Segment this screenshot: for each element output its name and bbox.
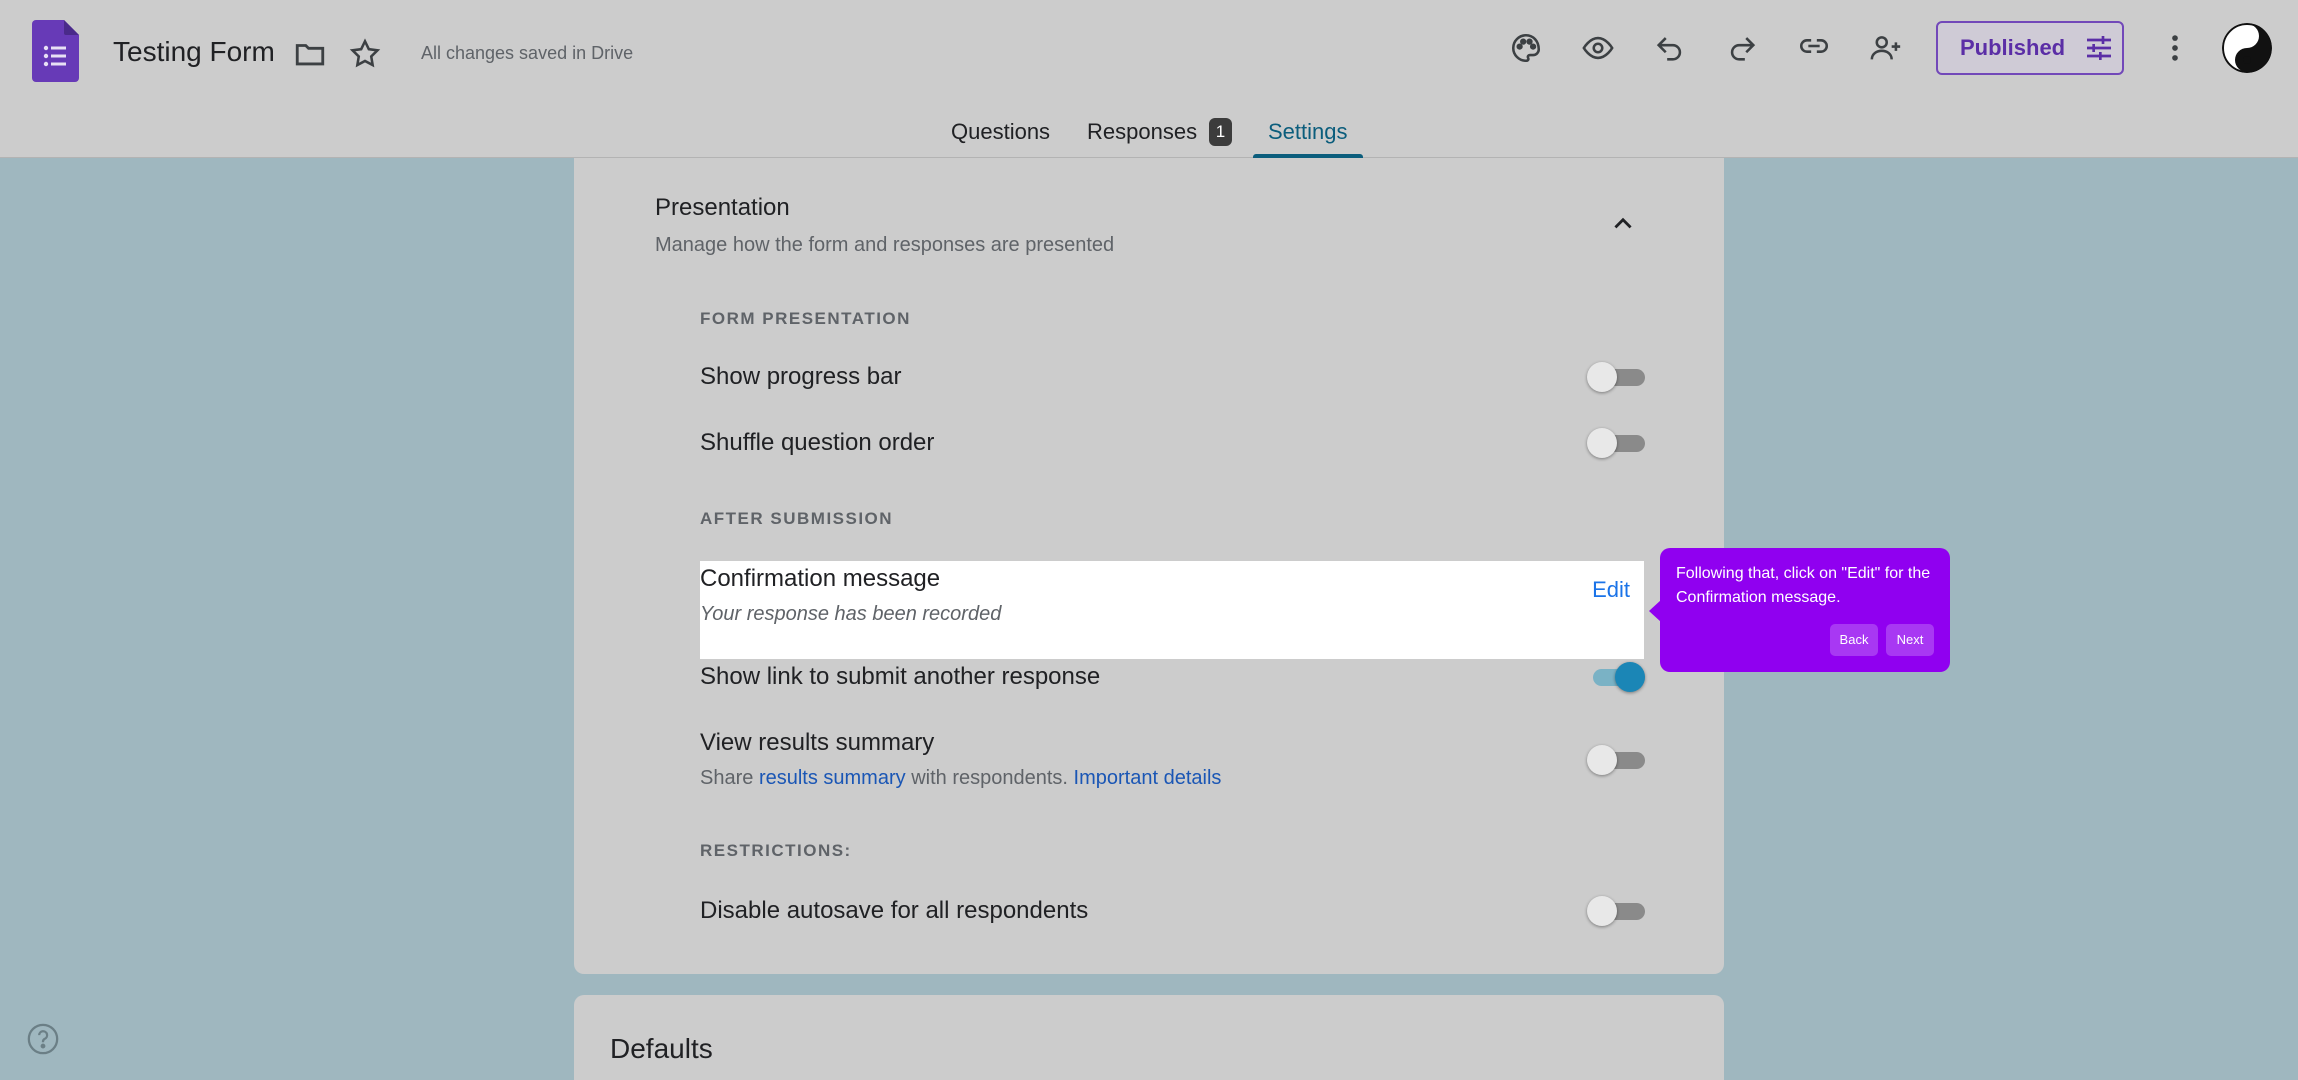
tooltip-arrow [1649,600,1661,622]
star-icon[interactable] [345,34,385,74]
link-icon[interactable] [1794,26,1834,66]
disable-autosave-toggle[interactable] [1587,894,1645,928]
avatar[interactable] [2222,23,2272,73]
tab-questions[interactable]: Questions [951,119,1050,145]
section-title: Presentation [655,194,790,221]
redo-icon[interactable] [1722,28,1762,68]
save-status: All changes saved in Drive [421,43,634,63]
tooltip-next-button[interactable]: Next [1886,624,1934,656]
results-summary-description: Share results summary with respondents. … [700,767,1221,790]
submit-another-toggle[interactable] [1587,660,1645,694]
guide-tooltip: Following that, click on "Edit" for the … [1649,548,1950,672]
group-heading-restrictions: RESTRICTIONS: [700,841,852,860]
progress-bar-label: Show progress bar [700,363,902,390]
tab-responses[interactable]: Responses [1087,119,1197,145]
results-summary-middle: with respondents. [911,767,1068,789]
top-header: Testing Form All changes saved in Drive … [0,0,2298,159]
results-summary-link[interactable]: results summary [759,767,906,789]
more-vert-icon[interactable] [2155,28,2195,68]
folder-icon[interactable] [290,34,330,74]
tab-settings[interactable]: Settings [1268,119,1348,145]
shuffle-order-toggle[interactable] [1587,426,1645,460]
undo-icon[interactable] [1650,28,1690,68]
sliders-icon [2087,36,2112,60]
submit-another-label: Show link to submit another response [700,663,1101,690]
chevron-up-icon[interactable] [1610,210,1636,236]
tooltip-back-button[interactable]: Back [1830,624,1878,656]
confirmation-message-row: Confirmation message Your response has b… [700,561,1644,659]
confirmation-message-value: Your response has been recorded [700,603,1002,625]
responses-count-badge: 1 [1209,118,1232,146]
results-summary-toggle[interactable] [1587,743,1645,777]
results-summary-label: View results summary [700,729,935,756]
results-summary-prefix: Share [700,767,754,789]
help-icon[interactable] [26,1022,60,1056]
form-title[interactable]: Testing Form [113,36,275,68]
confirmation-message-label: Confirmation message [700,565,941,592]
defaults-title: Defaults [610,1033,713,1064]
section-subtitle: Manage how the form and responses are pr… [655,234,1115,256]
disable-autosave-label: Disable autosave for all respondents [700,897,1089,924]
add-person-icon[interactable] [1866,28,1906,68]
group-heading-form-presentation: FORM PRESENTATION [700,309,911,328]
published-button[interactable]: Published [1936,21,2124,75]
published-label: Published [1960,35,2066,60]
tooltip-text: Following that, click on "Edit" for the … [1676,565,1931,606]
group-heading-after-submission: AFTER SUBMISSION [700,509,894,528]
palette-icon[interactable] [1506,28,1546,68]
important-details-link[interactable]: Important details [1074,767,1222,789]
forms-logo-icon[interactable] [32,20,79,82]
tab-bar: Questions Responses 1 Settings [0,110,2298,159]
progress-bar-toggle[interactable] [1587,360,1645,394]
defaults-card: Defaults [574,995,1724,1080]
eye-icon[interactable] [1578,28,1618,68]
presentation-card: Presentation Manage how the form and res… [574,158,1724,974]
shuffle-order-label: Shuffle question order [700,429,935,456]
edit-confirmation-button[interactable]: Edit [1592,577,1630,603]
